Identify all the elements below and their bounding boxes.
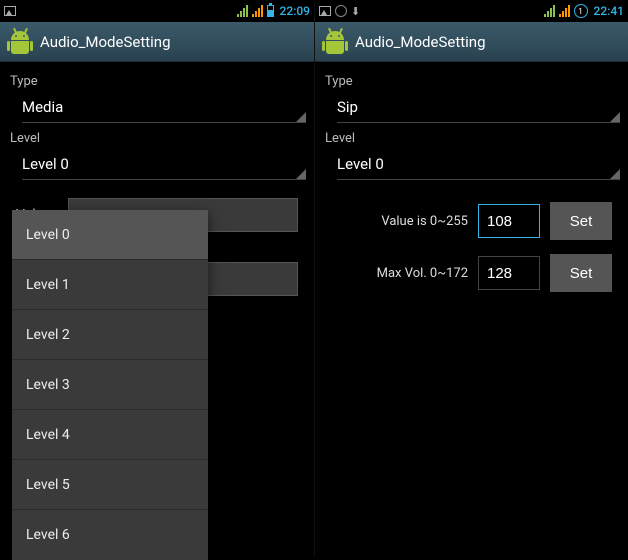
spinner-caret-icon <box>610 169 620 179</box>
type-spinner[interactable]: Media <box>22 93 306 123</box>
phone-right: ⬇ 1 22:41 Audio_ModeSetting Type Sip Lev… <box>314 0 628 557</box>
dropdown-item-level5[interactable]: Level 5 <box>12 460 208 510</box>
clock: 22:09 <box>280 4 310 18</box>
battery-circle-icon: 1 <box>574 4 588 18</box>
download-icon: ⬇ <box>351 5 360 18</box>
type-spinner-value: Sip <box>337 98 358 116</box>
max-set-button[interactable]: Set <box>550 254 612 292</box>
max-row: Max Vol. 0~172 Set <box>331 254 612 292</box>
level-spinner[interactable]: Level 0 <box>337 150 620 180</box>
level-label: Level <box>325 131 618 146</box>
type-label: Type <box>325 74 618 89</box>
app-title: Audio_ModeSetting <box>355 33 486 51</box>
app-title: Audio_ModeSetting <box>40 33 171 51</box>
level-spinner-value: Level 0 <box>337 155 384 173</box>
signal-sim2-icon <box>252 5 263 17</box>
level-spinner-value: Level 0 <box>22 155 69 173</box>
dropdown-item-level4[interactable]: Level 4 <box>12 410 208 460</box>
dropdown-item-level6[interactable]: Level 6 <box>12 510 208 560</box>
type-label: Type <box>10 74 304 89</box>
signal-sim1-icon <box>544 5 555 17</box>
value-row-label: Value is 0~255 <box>331 214 468 229</box>
level-spinner[interactable]: Level 0 <box>22 150 306 180</box>
value-input[interactable] <box>478 204 540 238</box>
status-bar: 22:09 <box>0 0 314 22</box>
status-bar: ⬇ 1 22:41 <box>315 0 628 22</box>
max-input[interactable] <box>478 256 540 290</box>
spinner-caret-icon <box>610 112 620 122</box>
type-spinner-value: Media <box>22 98 63 116</box>
level-dropdown-popup: Level 0 Level 1 Level 2 Level 3 Level 4 … <box>12 210 208 560</box>
spinner-caret-icon <box>296 112 306 122</box>
picture-icon <box>4 6 16 16</box>
dropdown-item-level2[interactable]: Level 2 <box>12 310 208 360</box>
spinner-caret-icon <box>296 169 306 179</box>
android-icon <box>8 29 32 55</box>
content: Type Sip Level Level 0 Value is 0~255 Se… <box>315 62 628 312</box>
android-icon <box>323 29 347 55</box>
dropdown-item-level3[interactable]: Level 3 <box>12 360 208 410</box>
level-label: Level <box>10 131 304 146</box>
app-bar: Audio_ModeSetting <box>315 22 628 62</box>
target-icon <box>335 5 347 17</box>
signal-sim1-icon <box>237 5 248 17</box>
dropdown-item-level0[interactable]: Level 0 <box>12 210 208 260</box>
picture-icon <box>319 6 331 16</box>
phone-left: 22:09 Audio_ModeSetting Type Media Level… <box>0 0 314 557</box>
app-bar: Audio_ModeSetting <box>0 22 314 62</box>
clock: 22:41 <box>594 4 624 18</box>
max-row-label: Max Vol. 0~172 <box>331 266 468 281</box>
value-set-button[interactable]: Set <box>550 202 612 240</box>
signal-sim2-icon <box>559 5 570 17</box>
battery-icon <box>267 5 274 17</box>
value-row: Value is 0~255 Set <box>331 202 612 240</box>
dropdown-item-level1[interactable]: Level 1 <box>12 260 208 310</box>
type-spinner[interactable]: Sip <box>337 93 620 123</box>
